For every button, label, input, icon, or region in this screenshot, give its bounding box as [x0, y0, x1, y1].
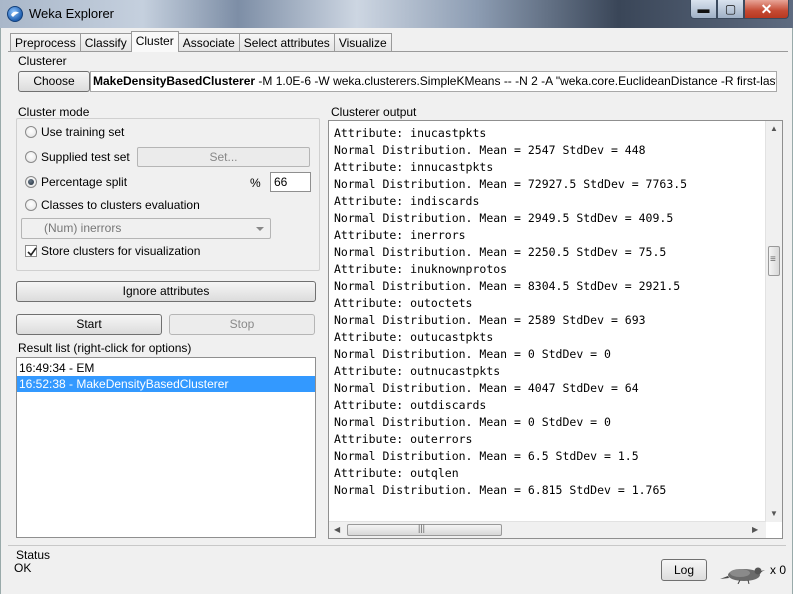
- vertical-scrollbar[interactable]: ▲ ▼: [765, 121, 782, 522]
- classes-eval-label[interactable]: Classes to clusters evaluation: [41, 198, 200, 212]
- output-line: Attribute: outucastpkts: [334, 330, 494, 344]
- clusterer-output-text[interactable]: Attribute: inucastpkts Normal Distributio…: [334, 125, 764, 521]
- horizontal-scroll-thumb[interactable]: [347, 523, 502, 536]
- use-training-label[interactable]: Use training set: [41, 125, 124, 139]
- output-line: Attribute: outerrors: [334, 432, 473, 446]
- output-line: Normal Distribution. Mean = 0 StdDev = 0: [334, 347, 611, 361]
- output-line: Normal Distribution. Mean = 72927.5 StdD…: [334, 177, 688, 191]
- title-bar[interactable]: Weka Explorer ▬ ▢ ✕: [0, 0, 793, 28]
- classes-eval-radio[interactable]: [25, 199, 37, 211]
- ignore-attributes-button[interactable]: Ignore attributes: [16, 281, 316, 302]
- supplied-test-label[interactable]: Supplied test set: [41, 150, 130, 164]
- output-line: Normal Distribution. Mean = 0 StdDev = 0: [334, 415, 611, 429]
- percentage-input[interactable]: 66: [270, 172, 311, 192]
- result-item-density[interactable]: 16:52:38 - MakeDensityBasedClusterer: [17, 376, 315, 392]
- tab-cluster[interactable]: Cluster: [130, 31, 179, 52]
- weka-bird-icon[interactable]: [718, 562, 766, 585]
- status-text: OK: [14, 561, 32, 575]
- scroll-up-icon[interactable]: ▲: [770, 124, 778, 133]
- output-line: Normal Distribution. Mean = 8304.5 StdDe…: [334, 279, 681, 293]
- percentage-split-radio[interactable]: [25, 176, 37, 188]
- result-item-em[interactable]: 16:49:34 - EM: [17, 360, 315, 376]
- class-attribute-value: (Num) inerrors: [44, 221, 122, 235]
- result-list-label: Result list (right-click for options): [18, 341, 192, 355]
- supplied-test-radio[interactable]: [25, 151, 37, 163]
- vertical-scroll-thumb[interactable]: [768, 246, 780, 276]
- use-training-radio[interactable]: [25, 126, 37, 138]
- scroll-left-icon[interactable]: ◀: [334, 525, 340, 534]
- output-line: Attribute: inuknownprotos: [334, 262, 508, 276]
- close-button[interactable]: ✕: [744, 0, 789, 19]
- output-line: Normal Distribution. Mean = 2589 StdDev …: [334, 313, 646, 327]
- horizontal-scrollbar[interactable]: ◀ ▶: [329, 521, 766, 538]
- scroll-right-icon[interactable]: ▶: [752, 525, 758, 534]
- output-line: Normal Distribution. Mean = 6.5 StdDev =…: [334, 449, 639, 463]
- checkmark-icon: [27, 247, 37, 257]
- task-count: x 0: [770, 563, 787, 577]
- percentage-split-label[interactable]: Percentage split: [41, 175, 127, 189]
- store-clusters-checkbox[interactable]: [25, 245, 37, 257]
- tab-panel-border: [8, 51, 788, 52]
- output-line: Normal Distribution. Mean = 2949.5 StdDe…: [334, 211, 674, 225]
- weka-app-icon: [7, 6, 23, 22]
- status-label: Status: [16, 548, 51, 562]
- clusterer-output-label: Clusterer output: [331, 105, 417, 119]
- cluster-mode-label: Cluster mode: [18, 105, 90, 119]
- output-line: Normal Distribution. Mean = 4047 StdDev …: [334, 381, 639, 395]
- clusterer-name: MakeDensityBasedClusterer: [93, 74, 256, 88]
- output-line: Attribute: inerrors: [334, 228, 466, 242]
- output-line: Attribute: outdiscards: [334, 398, 487, 412]
- output-line: Attribute: outqlen: [334, 466, 459, 480]
- tab-bar: Preprocess Classify Cluster Associate Se…: [10, 31, 392, 52]
- window-title: Weka Explorer: [29, 6, 115, 21]
- set-test-set-button[interactable]: Set...: [137, 147, 310, 167]
- output-line: Attribute: innucastpkts: [334, 160, 494, 174]
- output-line: Normal Distribution. Mean = 6.815 StdDev…: [334, 483, 667, 497]
- chevron-down-icon: [256, 227, 264, 231]
- choose-button[interactable]: Choose: [18, 71, 90, 92]
- percent-symbol: %: [250, 176, 261, 190]
- clusterer-options: -M 1.0E-6 -W weka.clusterers.SimpleKMean…: [258, 74, 776, 88]
- log-button[interactable]: Log: [661, 559, 707, 581]
- status-separator: [8, 545, 786, 546]
- scroll-down-icon[interactable]: ▼: [770, 509, 778, 518]
- minimize-button[interactable]: ▬: [690, 0, 717, 19]
- tab-visualize[interactable]: Visualize: [333, 33, 392, 52]
- tab-classify[interactable]: Classify: [79, 33, 132, 52]
- stop-button[interactable]: Stop: [169, 314, 315, 335]
- tab-select-attributes[interactable]: Select attributes: [238, 33, 335, 52]
- output-line: Attribute: indiscards: [334, 194, 480, 208]
- output-line: Attribute: inucastpkts: [334, 126, 487, 140]
- store-clusters-label[interactable]: Store clusters for visualization: [41, 244, 200, 258]
- result-list[interactable]: 16:49:34 - EM 16:52:38 - MakeDensityBase…: [16, 357, 316, 538]
- class-attribute-select[interactable]: (Num) inerrors: [21, 218, 271, 239]
- output-line: Attribute: outoctets: [334, 296, 473, 310]
- output-line: Attribute: outnucastpkts: [334, 364, 501, 378]
- output-line: Normal Distribution. Mean = 2250.5 StdDe…: [334, 245, 667, 259]
- clusterer-config-field[interactable]: MakeDensityBasedClusterer -M 1.0E-6 -W w…: [90, 71, 777, 92]
- tab-preprocess[interactable]: Preprocess: [10, 33, 81, 52]
- start-button[interactable]: Start: [16, 314, 162, 335]
- output-line: Normal Distribution. Mean = 2547 StdDev …: [334, 143, 646, 157]
- tab-associate[interactable]: Associate: [177, 33, 240, 52]
- clusterer-output-panel[interactable]: Attribute: inucastpkts Normal Distributio…: [328, 120, 783, 539]
- maximize-button[interactable]: ▢: [717, 0, 744, 19]
- clusterer-section-label: Clusterer: [18, 54, 67, 68]
